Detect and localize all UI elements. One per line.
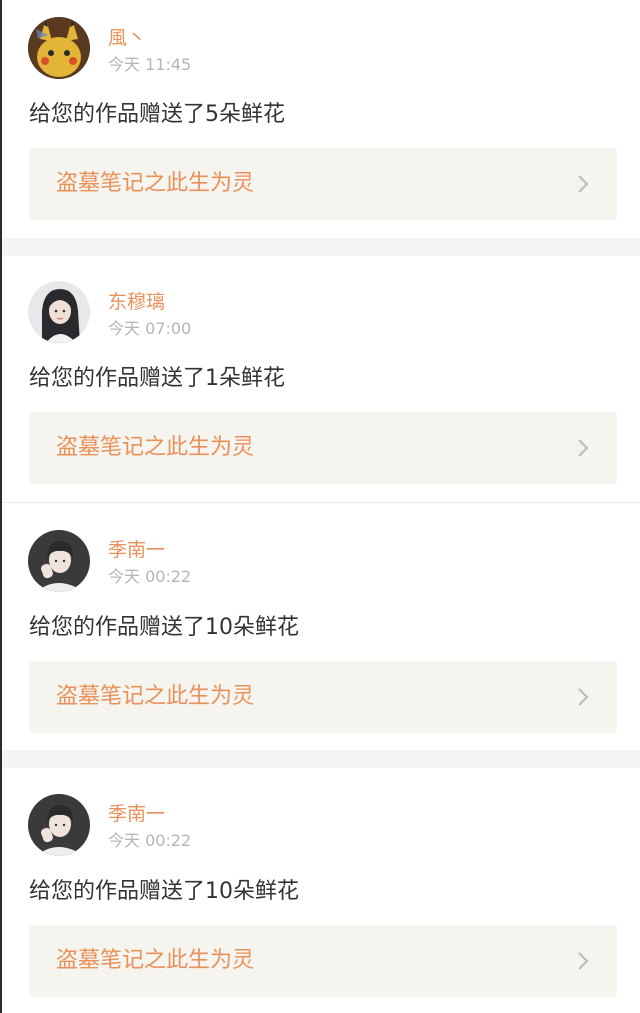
- chevron-right-icon: [578, 439, 589, 457]
- section-separator: [2, 238, 640, 256]
- gift-message: 给您的作品赠送了10朵鲜花: [29, 615, 299, 640]
- notification-item: 季南一 今天 00:22 给您的作品赠送了10朵鲜花 盗墓笔记之此生为灵: [2, 503, 640, 750]
- work-link-card[interactable]: 盗墓笔记之此生为灵: [29, 661, 617, 733]
- work-link-card[interactable]: 盗墓笔记之此生为灵: [29, 148, 617, 220]
- boy-portrait-avatar[interactable]: [28, 794, 90, 856]
- chevron-right-icon: [578, 688, 589, 706]
- girl-portrait-avatar[interactable]: [28, 281, 90, 343]
- section-separator: [2, 750, 640, 768]
- work-link-card[interactable]: 盗墓笔记之此生为灵: [29, 925, 617, 997]
- work-title: 盗墓笔记之此生为灵: [56, 171, 255, 196]
- timestamp: 今天 00:22: [108, 567, 192, 586]
- gift-message: 给您的作品赠送了10朵鲜花: [29, 879, 299, 904]
- work-title: 盗墓笔记之此生为灵: [56, 684, 255, 709]
- gift-message: 给您的作品赠送了1朵鲜花: [29, 366, 285, 391]
- username[interactable]: 風丶: [108, 27, 146, 49]
- timestamp: 今天 07:00: [108, 319, 192, 338]
- work-link-card[interactable]: 盗墓笔记之此生为灵: [29, 412, 617, 484]
- gift-message: 给您的作品赠送了5朵鲜花: [29, 102, 285, 127]
- work-title: 盗墓笔记之此生为灵: [56, 435, 255, 460]
- chevron-right-icon: [578, 175, 589, 193]
- timestamp: 今天 00:22: [108, 831, 192, 850]
- username[interactable]: 季南一: [108, 803, 165, 825]
- notification-item: 風丶 今天 11:45 给您的作品赠送了5朵鲜花 盗墓笔记之此生为灵: [2, 0, 640, 238]
- work-title: 盗墓笔记之此生为灵: [56, 948, 255, 973]
- username[interactable]: 东穆璃: [108, 291, 165, 313]
- pikachu-avatar[interactable]: [28, 17, 90, 79]
- boy-portrait-avatar[interactable]: [28, 530, 90, 592]
- notification-item: 东穆璃 今天 07:00 给您的作品赠送了1朵鲜花 盗墓笔记之此生为灵: [2, 256, 640, 502]
- notification-item: 季南一 今天 00:22 给您的作品赠送了10朵鲜花 盗墓笔记之此生为灵: [2, 768, 640, 1013]
- username[interactable]: 季南一: [108, 539, 165, 561]
- timestamp: 今天 11:45: [108, 55, 192, 74]
- chevron-right-icon: [578, 952, 589, 970]
